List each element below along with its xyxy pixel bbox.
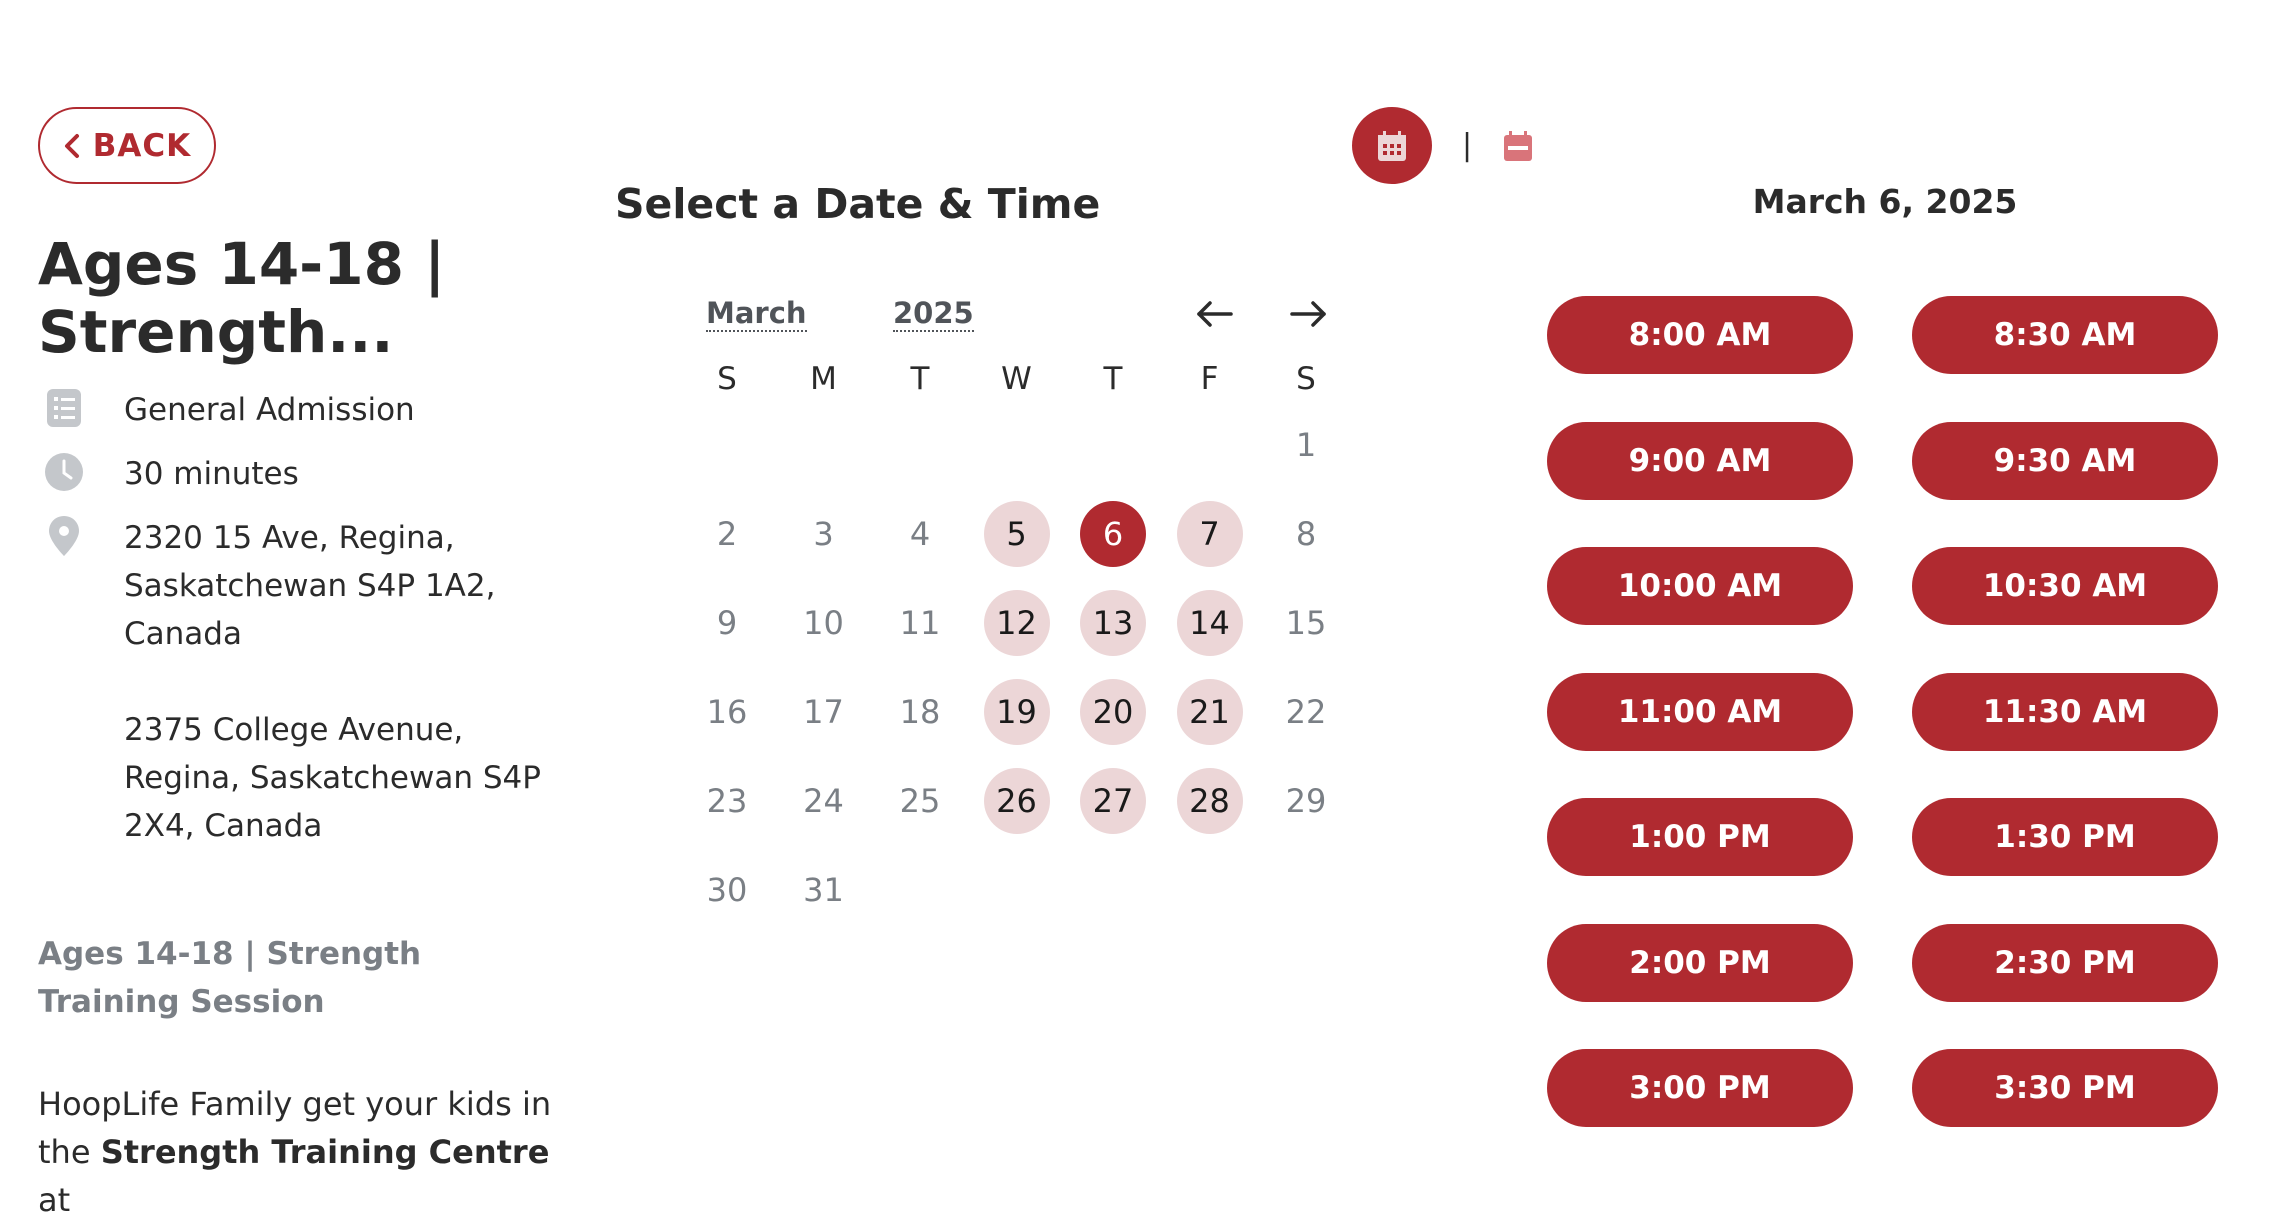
location-icon-wrap: [44, 516, 84, 556]
calendar-icon: [1378, 130, 1406, 161]
calendar-day: 31: [803, 871, 844, 909]
calendar-day-available[interactable]: 12: [983, 590, 1050, 656]
view-toggle: |: [1352, 107, 1536, 184]
calendar-day: 15: [1285, 604, 1327, 642]
location-secondary: 2375 College Avenue, Regina, Saskatchewa…: [124, 712, 541, 844]
time-slot-button[interactable]: 3:00 PM: [1547, 1049, 1853, 1127]
calendar-day: 30: [706, 871, 748, 909]
calendar-day-available[interactable]: 27: [1080, 768, 1146, 834]
clock-icon: [44, 452, 84, 492]
calendar-day: 17: [803, 693, 844, 731]
view-separator: |: [1462, 128, 1473, 163]
weekday-header: T: [1103, 361, 1123, 397]
calendar-day: 29: [1285, 782, 1327, 820]
location-primary: 2320 15 Ave, Regina, Saskatchewan S4P 1A…: [124, 520, 496, 652]
calendar-day: 9: [716, 604, 738, 642]
time-slot-button[interactable]: 1:00 PM: [1547, 798, 1853, 876]
admission-type: General Admission: [124, 392, 415, 428]
weekday-header: S: [1296, 361, 1316, 397]
time-slot-button[interactable]: 9:30 AM: [1912, 421, 2218, 500]
selected-date-heading: March 6, 2025: [1752, 182, 2018, 221]
description-bold: Strength Training Centre: [100, 1133, 550, 1171]
event-title: Ages 14-18 | Strength...: [38, 230, 446, 366]
map-pin-icon: [44, 516, 84, 556]
calendar-day-available[interactable]: 5: [983, 501, 1050, 567]
calendar-list-icon: [1504, 130, 1533, 161]
back-label: BACK: [92, 127, 192, 164]
month-select[interactable]: March: [706, 296, 807, 332]
year-select[interactable]: 2025: [893, 296, 974, 332]
calendar-day: 2: [716, 515, 738, 553]
weekday-header: M: [810, 361, 837, 397]
time-slot-button[interactable]: 3:30 PM: [1912, 1049, 2218, 1127]
duration: 30 minutes: [124, 456, 299, 492]
chevron-left-icon: [64, 133, 79, 158]
time-slot-button[interactable]: 8:30 AM: [1912, 296, 2218, 374]
time-slot-button[interactable]: 2:30 PM: [1912, 923, 2218, 1002]
weekday-header: W: [1001, 361, 1032, 397]
time-slot-button[interactable]: 1:30 PM: [1912, 798, 2218, 876]
time-slot-button[interactable]: 2:00 PM: [1547, 923, 1853, 1002]
time-slot-button[interactable]: 9:00 AM: [1547, 421, 1853, 500]
calendar-day: 22: [1285, 693, 1327, 731]
weekday-header: F: [1200, 361, 1219, 397]
duration-icon-wrap: [44, 452, 84, 492]
checklist-icon: [44, 388, 84, 428]
calendar-day: 4: [909, 515, 931, 553]
calendar-day: 16: [706, 693, 748, 731]
calendar-day-available[interactable]: 20: [1080, 679, 1146, 745]
calendar-day: 1: [1295, 426, 1317, 464]
calendar-day-available[interactable]: 19: [983, 679, 1050, 745]
weekday-header: S: [717, 361, 737, 397]
month-view-button[interactable]: [1352, 107, 1432, 184]
calendar-day-available[interactable]: 21: [1176, 679, 1243, 745]
calendar-day: 25: [899, 782, 941, 820]
calendar-day-available[interactable]: 13: [1080, 590, 1146, 656]
calendar-day-available[interactable]: 26: [983, 768, 1050, 834]
next-month-arrow-icon[interactable]: [1288, 294, 1328, 334]
calendar-day: 18: [899, 693, 941, 731]
list-view-button[interactable]: [1500, 128, 1536, 164]
time-slot-button[interactable]: 11:30 AM: [1912, 672, 2218, 751]
calendar-heading: Select a Date & Time: [615, 180, 1101, 228]
description-heading: Ages 14-18 | Strength Training Session: [38, 936, 422, 1020]
calendar-day: 3: [813, 515, 834, 553]
time-slot-button[interactable]: 10:00 AM: [1547, 547, 1853, 625]
description-body: HoopLife Family get your kids in the Str…: [38, 1080, 558, 1224]
calendar-day: 8: [1295, 515, 1317, 553]
calendar-day-available[interactable]: 14: [1176, 590, 1243, 656]
time-slot-button[interactable]: 10:30 AM: [1912, 547, 2218, 625]
back-button[interactable]: BACK: [38, 107, 216, 184]
calendar-day: 23: [706, 782, 748, 820]
calendar-day-available[interactable]: 28: [1176, 768, 1243, 834]
previous-month-arrow-icon[interactable]: [1195, 294, 1235, 334]
calendar-day: 10: [803, 604, 844, 642]
time-slot-button[interactable]: 8:00 AM: [1547, 296, 1853, 374]
calendar-day-selected[interactable]: 6: [1080, 501, 1146, 567]
description-text-end: at: [38, 1181, 71, 1219]
admission-icon-wrap: [44, 388, 84, 428]
calendar-day-available[interactable]: 7: [1176, 501, 1243, 567]
weekday-header: T: [910, 361, 930, 397]
time-slot-button[interactable]: 11:00 AM: [1547, 672, 1853, 751]
calendar-day: 24: [803, 782, 844, 820]
calendar-day: 11: [899, 604, 941, 642]
